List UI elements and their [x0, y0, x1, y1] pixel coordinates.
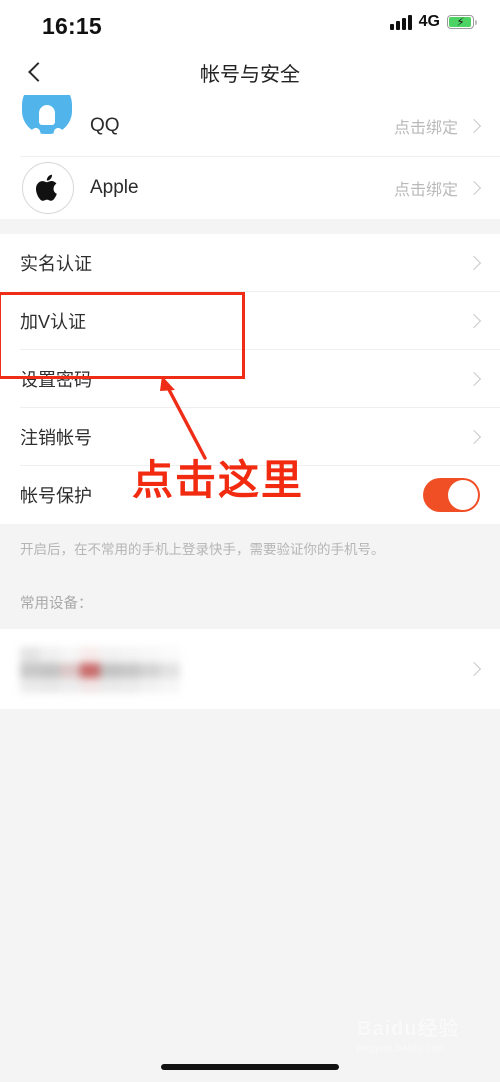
- status-indicators: 4G ⚡: [390, 13, 478, 30]
- chevron-right-icon: [468, 431, 480, 443]
- bolt-glyph: ⚡: [456, 15, 465, 29]
- page-title: 帐号与安全: [200, 64, 300, 86]
- nav-bar: 帐号与安全: [0, 50, 500, 95]
- content-scroll-area[interactable]: QQ 点击绑定 Apple 点击绑定 实名认证 加V认证 设置密码 注销帐号 帐…: [0, 95, 500, 1082]
- row-delete-account-label: 注销帐号: [20, 428, 92, 448]
- chevron-right-icon: [468, 315, 480, 327]
- status-bar: 16:15 4G ⚡: [0, 0, 500, 50]
- row-device[interactable]: [0, 629, 500, 710]
- social-accounts-card: QQ 点击绑定 Apple 点击绑定: [0, 95, 500, 219]
- annotation-text: 点击这里: [132, 456, 304, 504]
- row-qq-action[interactable]: 点击绑定: [394, 95, 480, 157]
- row-apple-label: Apple: [90, 177, 139, 198]
- qq-icon: [22, 95, 72, 143]
- home-indicator: [161, 1064, 339, 1070]
- battery-charging-icon: ⚡: [447, 15, 478, 29]
- devices-section-label: 常用设备：: [0, 560, 500, 630]
- devices-card: [0, 629, 500, 710]
- row-v-verification-label: 加V认证: [20, 312, 87, 332]
- row-account-protection-label: 帐号保护: [20, 486, 92, 506]
- row-set-password-label: 设置密码: [20, 370, 92, 390]
- account-protection-toggle[interactable]: [423, 478, 480, 512]
- row-apple-action[interactable]: 点击绑定: [394, 157, 480, 219]
- row-real-name-verification[interactable]: 实名认证: [0, 234, 500, 292]
- chevron-right-icon: [468, 373, 480, 385]
- row-v-verification[interactable]: 加V认证: [0, 292, 500, 350]
- chevron-right-icon: [468, 663, 480, 675]
- chevron-right-icon: [468, 257, 480, 269]
- row-set-password[interactable]: 设置密码: [0, 350, 500, 408]
- section-gap: [0, 219, 500, 234]
- toggle-knob: [448, 480, 478, 510]
- status-time: 16:15: [42, 13, 102, 39]
- blurred-device-name: [20, 647, 180, 694]
- row-qq-action-label: 点击绑定: [393, 120, 458, 137]
- chevron-right-icon: [468, 182, 480, 194]
- row-qq[interactable]: QQ 点击绑定: [0, 95, 500, 157]
- row-apple-action-label: 点击绑定: [393, 182, 458, 199]
- network-label: 4G: [418, 13, 440, 30]
- chevron-right-icon: [468, 120, 480, 132]
- signal-bars-icon: [390, 14, 412, 30]
- phone-screen: 16:15 4G ⚡ 帐号与安全 QQ 点击绑定 Apple 点击绑定 实名认证…: [0, 0, 500, 1082]
- row-real-name-verification-label: 实名认证: [20, 254, 92, 274]
- account-protection-hint: 开启后，在不常用的手机上登录快手，需要验证你的手机号。: [0, 524, 500, 561]
- apple-icon: [22, 162, 74, 214]
- row-apple[interactable]: Apple 点击绑定: [0, 157, 500, 219]
- row-qq-label: QQ: [90, 115, 120, 136]
